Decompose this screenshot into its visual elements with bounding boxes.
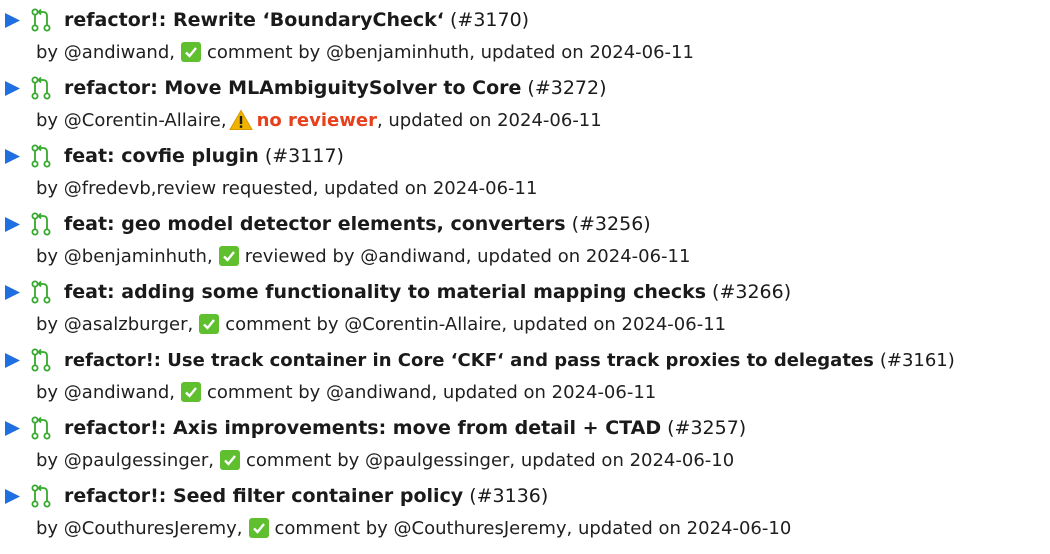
- check-icon: [199, 314, 220, 334]
- check-icon: [248, 518, 269, 538]
- expand-arrow-icon[interactable]: [0, 488, 30, 505]
- check-icon: [219, 450, 240, 470]
- pr-author: by @benjaminhuth,: [36, 245, 213, 267]
- pr-meta-line: by @CouthuresJeremy, comment by @Couthur…: [36, 514, 791, 542]
- pull-request-icon: [30, 143, 64, 169]
- pr-author: by @CouthuresJeremy,: [36, 517, 243, 539]
- pr-author: by @andiwand,: [36, 381, 175, 403]
- list-item: refactor!: Seed filter container policy …: [0, 479, 1050, 547]
- pr-author: by @andiwand,: [36, 41, 175, 63]
- pr-author: by @paulgessinger,: [36, 449, 214, 471]
- pull-request-icon: [30, 211, 64, 237]
- pull-request-list: refactor!: Rewrite ‘BoundaryCheck‘ (#317…: [0, 0, 1050, 547]
- pr-title-line: refactor!: Seed filter container policy …: [0, 481, 548, 511]
- pr-status-text: comment by @paulgessinger, updated on 20…: [245, 449, 735, 471]
- pr-title-line: refactor!: Axis improvements: move from …: [0, 413, 746, 443]
- expand-arrow-icon[interactable]: [0, 216, 30, 233]
- pr-title-line: refactor!: Use track container in Core ‘…: [0, 345, 955, 375]
- pr-number: (#3256): [571, 213, 651, 235]
- pr-meta-line: by @benjaminhuth, reviewed by @andiwand,…: [36, 242, 690, 270]
- pull-request-icon: [30, 415, 64, 441]
- pr-title[interactable]: refactor!: Rewrite ‘BoundaryCheck‘: [64, 9, 444, 31]
- pr-title[interactable]: refactor!: Seed filter container policy: [64, 485, 463, 507]
- pull-request-icon: [30, 279, 64, 305]
- expand-arrow-icon[interactable]: [0, 148, 30, 165]
- pr-author: by @Corentin-Allaire,: [36, 109, 227, 131]
- pr-number: (#3266): [712, 281, 792, 303]
- list-item: refactor: Move MLAmbiguitySolver to Core…: [0, 71, 1050, 139]
- check-icon: [218, 246, 239, 266]
- pr-number: (#3257): [667, 417, 747, 439]
- pr-meta-line: by @paulgessinger, comment by @paulgessi…: [36, 446, 734, 474]
- list-item: feat: covfie plugin (#3117) by @fredevb,…: [0, 139, 1050, 207]
- pr-title[interactable]: feat: covfie plugin: [64, 145, 259, 167]
- pr-status-text: comment by @benjaminhuth, updated on 202…: [206, 41, 694, 63]
- pr-status-text: comment by @Corentin-Allaire, updated on…: [225, 313, 727, 335]
- list-item: refactor!: Use track container in Core ‘…: [0, 343, 1050, 411]
- pr-status-text: reviewed by @andiwand, updated on 2024-0…: [244, 245, 691, 267]
- list-item: refactor!: Axis improvements: move from …: [0, 411, 1050, 479]
- no-reviewer-label: no reviewer: [256, 109, 377, 131]
- warning-icon: [228, 109, 253, 131]
- pr-title[interactable]: refactor: Move MLAmbiguitySolver to Core: [64, 77, 521, 99]
- check-icon: [180, 42, 201, 62]
- list-item: feat: adding some functionality to mater…: [0, 275, 1050, 343]
- pr-number: (#3161): [879, 349, 955, 371]
- expand-arrow-icon[interactable]: [0, 80, 30, 97]
- pr-title-line: feat: geo model detector elements, conve…: [0, 209, 651, 239]
- pr-number: (#3170): [449, 9, 530, 31]
- pr-author: by @fredevb,review requested, updated on…: [36, 177, 538, 199]
- expand-arrow-icon[interactable]: [0, 284, 30, 301]
- pr-title[interactable]: refactor!: Axis improvements: move from …: [64, 417, 661, 439]
- pr-title[interactable]: refactor!: Use track container in Core ‘…: [64, 350, 874, 371]
- pr-author: by @asalzburger,: [36, 313, 194, 335]
- pull-request-icon: [30, 75, 64, 101]
- pr-title[interactable]: feat: adding some functionality to mater…: [64, 281, 706, 303]
- check-icon: [180, 382, 201, 402]
- pr-number: (#3117): [264, 145, 344, 167]
- pr-meta-line: by @Corentin-Allaire, no reviewer , upda…: [36, 106, 602, 134]
- pr-title[interactable]: feat: geo model detector elements, conve…: [64, 213, 566, 235]
- list-item: feat: geo model detector elements, conve…: [0, 207, 1050, 275]
- pr-title-line: refactor: Move MLAmbiguitySolver to Core…: [0, 73, 607, 103]
- pr-meta-line: by @andiwand, comment by @benjaminhuth, …: [36, 38, 694, 66]
- pr-title-line: refactor!: Rewrite ‘BoundaryCheck‘ (#317…: [0, 5, 529, 35]
- pull-request-icon: [30, 7, 64, 33]
- expand-arrow-icon[interactable]: [0, 12, 30, 29]
- pr-meta-line: by @asalzburger, comment by @Corentin-Al…: [36, 310, 726, 338]
- pr-number: (#3272): [527, 77, 607, 99]
- pr-title-line: feat: adding some functionality to mater…: [0, 277, 791, 307]
- pr-meta-line: by @fredevb,review requested, updated on…: [36, 174, 537, 202]
- pr-status-text: , updated on 2024-06-11: [376, 109, 602, 131]
- expand-arrow-icon[interactable]: [0, 420, 30, 437]
- list-item: refactor!: Rewrite ‘BoundaryCheck‘ (#317…: [0, 3, 1050, 71]
- expand-arrow-icon[interactable]: [0, 352, 30, 369]
- pr-status-text: comment by @CouthuresJeremy, updated on …: [274, 517, 792, 539]
- pull-request-icon: [30, 347, 64, 373]
- pr-meta-line: by @andiwand, comment by @andiwand, upda…: [36, 378, 656, 406]
- pr-status-text: comment by @andiwand, updated on 2024-06…: [206, 381, 657, 403]
- pr-number: (#3136): [469, 485, 549, 507]
- pr-title-line: feat: covfie plugin (#3117): [0, 141, 344, 171]
- pull-request-icon: [30, 483, 64, 509]
